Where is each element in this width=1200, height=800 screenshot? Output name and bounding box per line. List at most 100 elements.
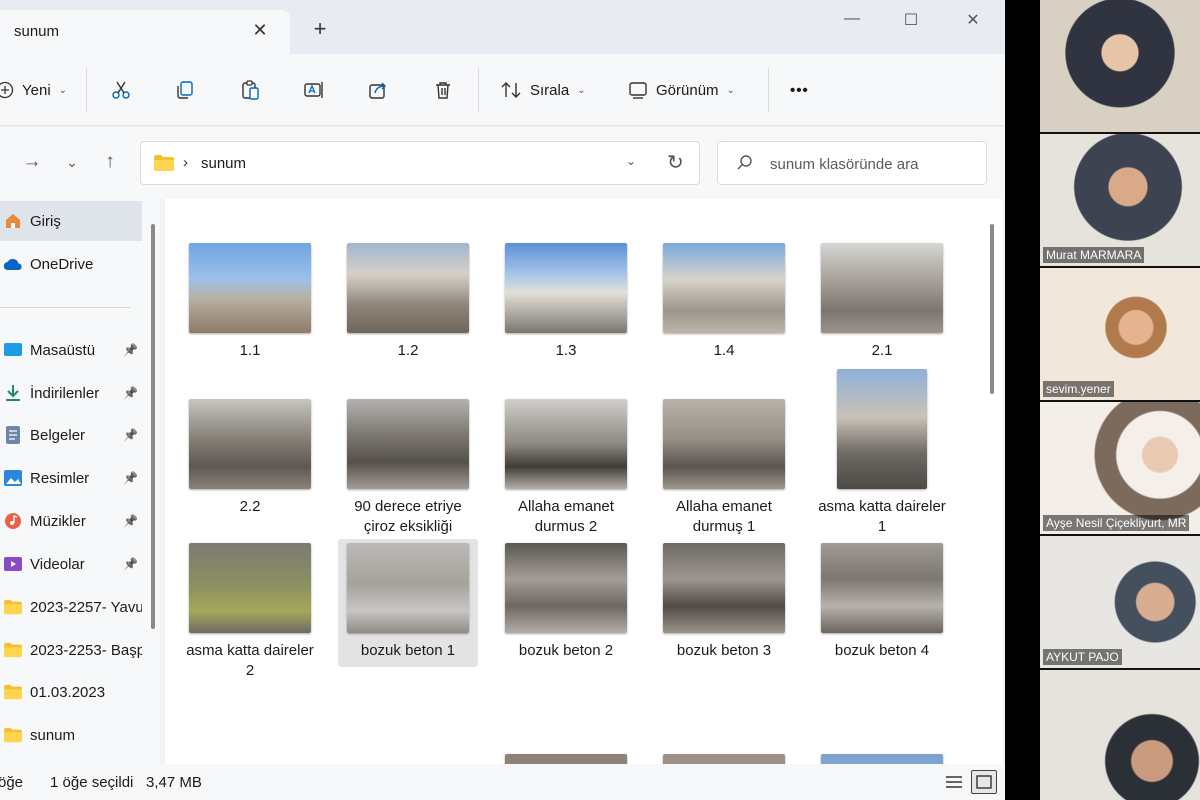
file-item[interactable]: 1.3 [496, 239, 636, 367]
sort-button[interactable]: Sırala ⌄ [500, 76, 586, 104]
file-item[interactable]: 2.2 [180, 395, 320, 523]
video-participants-panel: Murat MARMARA sevim.yener Ayşe Nesil Çiçek… [1040, 0, 1200, 800]
image-thumbnail[interactable] [821, 243, 943, 333]
image-thumbnail[interactable] [663, 754, 785, 764]
minimize-button[interactable]: — [834, 10, 870, 34]
sidebar-item-belgeler[interactable]: Belgeler 📌 [0, 415, 142, 455]
view-icon [629, 82, 647, 99]
image-thumbnail[interactable] [821, 543, 943, 633]
file-item[interactable]: bozuk beton 4 [812, 539, 952, 667]
rename-icon[interactable] [301, 77, 327, 103]
file-item[interactable]: asma katta daireler 1 [812, 369, 952, 543]
large-icons-view-icon[interactable] [971, 770, 997, 794]
image-thumbnail[interactable] [505, 754, 627, 764]
participant-video-tile[interactable] [1040, 0, 1200, 132]
file-item[interactable]: bozuk beton 1 [338, 539, 478, 667]
pin-icon[interactable]: 📌 [123, 386, 138, 400]
recent-locations-chevron-icon[interactable]: ⌄ [60, 154, 84, 171]
pin-icon[interactable]: 📌 [123, 514, 138, 528]
sidebar-item-i-ndirilenler[interactable]: İndirilenler 📌 [0, 373, 142, 413]
new-button[interactable]: Yeni ⌄ [0, 76, 67, 104]
pin-icon[interactable]: 📌 [123, 471, 138, 485]
participant-video-tile[interactable] [1040, 670, 1200, 800]
sidebar-item-2023-2257-yavu[interactable]: 2023-2257- Yavu [0, 587, 142, 627]
file-name: 1.2 [397, 342, 419, 359]
file-item[interactable]: bozuk beton 3 [654, 539, 794, 667]
copy-icon[interactable] [172, 77, 198, 103]
participant-name: Ayşe Nesil Çiçekliyurt, MR [1043, 515, 1190, 531]
paste-icon[interactable] [237, 77, 263, 103]
breadcrumb-sunum[interactable]: sunum [201, 155, 246, 172]
image-thumbnail[interactable] [189, 543, 311, 633]
maximize-button[interactable]: ☐ [893, 10, 929, 34]
pin-icon[interactable]: 📌 [123, 557, 138, 571]
tab-sunum[interactable]: sunum ✕ [0, 10, 290, 54]
file-item[interactable]: Allaha emanet durmuş 1 [654, 395, 794, 543]
share-icon[interactable] [365, 77, 391, 103]
file-name: 1.3 [555, 342, 577, 359]
selection-size: 3,47 MB [146, 774, 202, 791]
image-thumbnail[interactable] [347, 399, 469, 489]
sidebar-item-2023-2253-başp[interactable]: 2023-2253- Başp [0, 630, 142, 670]
participant-video-tile[interactable]: Murat MARMARA [1040, 134, 1200, 266]
file-item[interactable]: asma katta daireler 2 [180, 539, 320, 687]
file-grid: 1.1 1.2 1.3 1.4 2.1 2.2 90 derece etriye çiroz… [165, 199, 1003, 764]
folder-icon [2, 681, 24, 703]
file-item[interactable]: bozuk beton 2 [496, 539, 636, 667]
image-thumbnail[interactable] [663, 243, 785, 333]
image-thumbnail[interactable] [663, 399, 785, 489]
image-thumbnail[interactable] [663, 543, 785, 633]
folder-icon [2, 596, 24, 618]
image-thumbnail[interactable] [837, 369, 927, 489]
file-name: 2.2 [239, 498, 261, 515]
search-input[interactable] [770, 152, 975, 176]
sidebar-item-giriş[interactable]: Giriş [0, 201, 142, 241]
image-thumbnail[interactable] [821, 754, 943, 764]
image-thumbnail[interactable] [189, 243, 311, 333]
participant-video-tile[interactable]: Ayşe Nesil Çiçekliyurt, MR [1040, 402, 1200, 534]
delete-icon[interactable] [430, 77, 456, 103]
content-scrollbar[interactable] [990, 224, 994, 394]
image-thumbnail[interactable] [189, 399, 311, 489]
cut-icon[interactable] [108, 77, 134, 103]
more-options-button[interactable]: ••• [790, 76, 809, 104]
search-box[interactable] [717, 141, 987, 185]
file-item[interactable]: 1.4 [654, 239, 794, 367]
file-item[interactable]: 2.1 [812, 239, 952, 367]
image-thumbnail[interactable] [505, 543, 627, 633]
image-thumbnail[interactable] [347, 243, 469, 333]
image-thumbnail[interactable] [505, 399, 627, 489]
close-window-button[interactable]: ✕ [955, 10, 991, 34]
file-item[interactable]: Allaha emanet durmus 2 [496, 395, 636, 543]
sidebar-item-01-03-2023[interactable]: 01.03.2023 [0, 672, 142, 712]
sidebar-scrollbar[interactable] [151, 224, 155, 629]
file-item[interactable]: 1.1 [180, 239, 320, 367]
close-tab-icon[interactable]: ✕ [250, 20, 270, 41]
pin-icon[interactable]: 📌 [123, 428, 138, 442]
refresh-icon[interactable]: ↻ [667, 150, 684, 175]
pin-icon[interactable]: 📌 [123, 343, 138, 357]
command-bar: Yeni ⌄ Sırala ⌄ Görünüm ⌄ ••• [0, 54, 1005, 126]
sidebar-item-resimler[interactable]: Resimler 📌 [0, 458, 142, 498]
sidebar-item-onedrive[interactable]: OneDrive [0, 244, 142, 284]
details-view-icon[interactable] [941, 770, 967, 794]
image-thumbnail[interactable] [347, 543, 469, 633]
image-thumbnail[interactable] [505, 243, 627, 333]
sidebar-item-müzikler[interactable]: Müzikler 📌 [0, 501, 142, 541]
address-bar[interactable]: › sunum ⌄ ↻ [140, 141, 700, 185]
participant-video-tile[interactable]: sevim.yener [1040, 268, 1200, 400]
forward-arrow-icon[interactable]: → [20, 151, 44, 173]
file-item[interactable]: 90 derece etriye çiroz eksikliği [338, 395, 478, 543]
folder-icon [153, 154, 175, 177]
address-history-chevron-icon[interactable]: ⌄ [626, 154, 636, 168]
sidebar-item-videolar[interactable]: Videolar 📌 [0, 544, 142, 584]
up-arrow-icon[interactable]: ↑ [98, 151, 122, 173]
sidebar-item-masaüstü[interactable]: Masaüstü 📌 [0, 330, 142, 370]
participant-video-tile[interactable]: AYKUT PAJO [1040, 536, 1200, 668]
file-item[interactable]: 1.2 [338, 239, 478, 367]
new-tab-button[interactable]: + [308, 18, 332, 40]
sidebar-item-sunum[interactable]: sunum [0, 715, 142, 755]
file-name: Allaha emanet durmus 2 [518, 498, 614, 535]
file-name: Allaha emanet durmuş 1 [676, 498, 772, 535]
view-button[interactable]: Görünüm ⌄ [628, 76, 735, 104]
